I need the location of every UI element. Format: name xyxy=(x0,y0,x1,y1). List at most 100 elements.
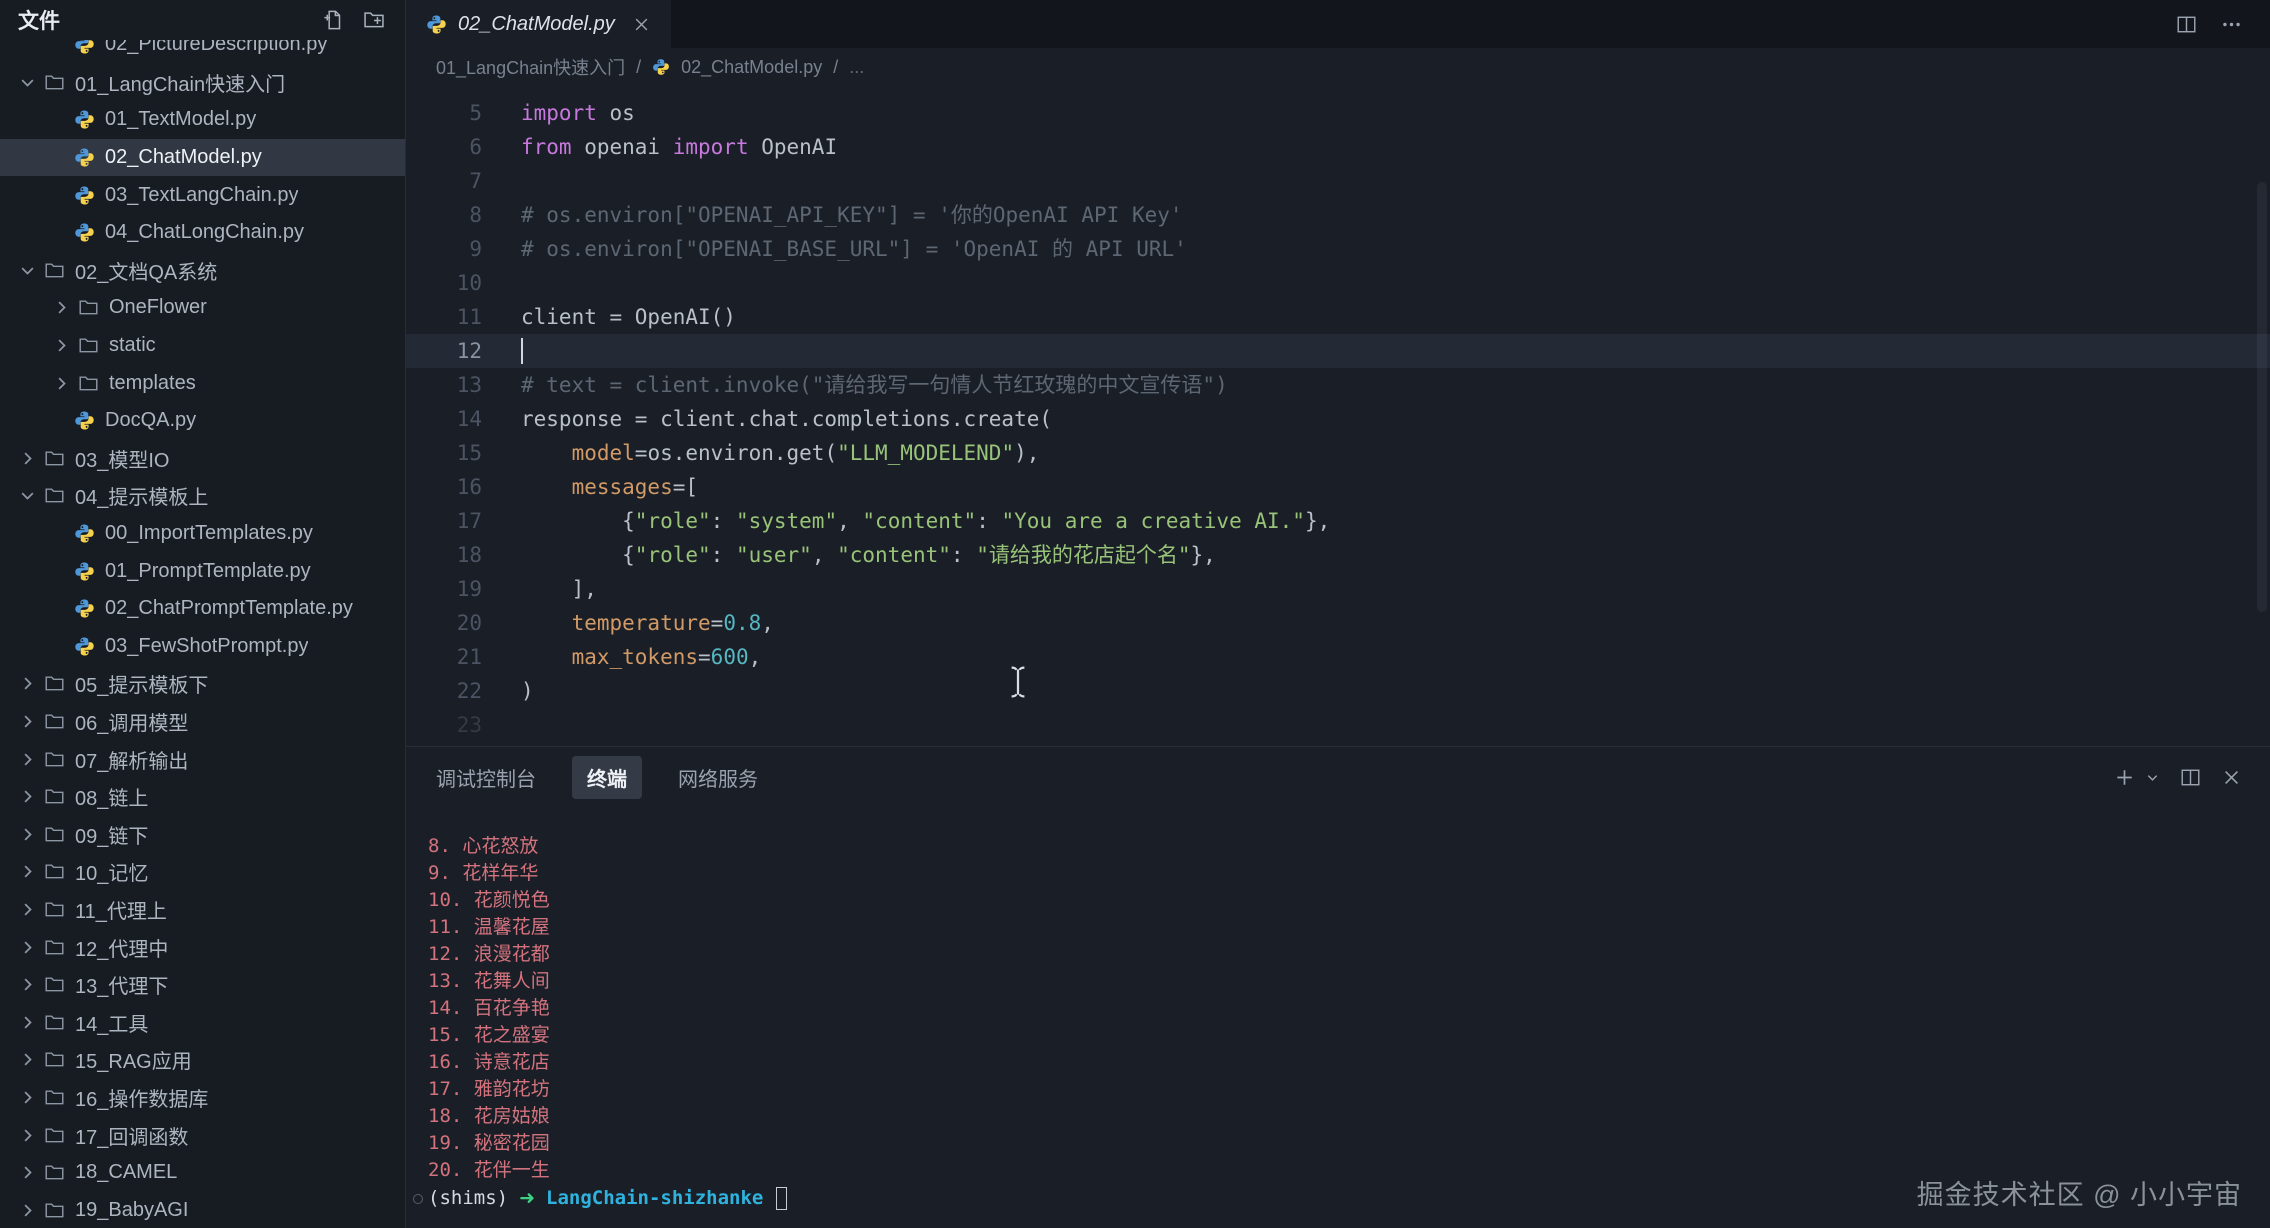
code-line[interactable]: 10 xyxy=(406,266,2270,300)
tree-item[interactable]: 17_回调函数 xyxy=(0,1116,405,1154)
prompt-venv: (shims) xyxy=(428,1185,508,1212)
code-line[interactable]: 22) xyxy=(406,674,2270,708)
tree-item[interactable]: 06_调用模型 xyxy=(0,703,405,741)
tree-item[interactable]: 02_PictureDescription.py xyxy=(0,40,405,64)
tree-item[interactable]: 04_ChatLongChain.py xyxy=(0,214,405,252)
tree-item[interactable]: 09_链下 xyxy=(0,815,405,853)
token: =os.environ.get( xyxy=(635,441,837,465)
code-line[interactable]: 20 temperature=0.8, xyxy=(406,606,2270,640)
tree-item[interactable]: 03_模型IO xyxy=(0,440,405,478)
tree-item[interactable]: 19_BabyAGI xyxy=(0,1191,405,1228)
code-line[interactable]: 15 model=os.environ.get("LLM_MODELEND"), xyxy=(406,436,2270,470)
editor-and-panel: 02_ChatModel.py 01_LangChain快速入门 / 02_Ch… xyxy=(406,0,2270,1228)
code-editor[interactable]: 5import os6from openai import OpenAI78# … xyxy=(406,86,2270,746)
terminal-output[interactable]: 8. 心花怒放9. 花样年华10. 花颜悦色11. 温馨花屋12. 浪漫花都13… xyxy=(406,807,2270,1228)
new-folder-icon[interactable] xyxy=(363,9,385,31)
tree-item[interactable]: 02_ChatPromptTemplate.py xyxy=(0,590,405,628)
editor-scrollbar[interactable] xyxy=(2257,182,2267,612)
breadcrumb-more[interactable]: ... xyxy=(849,57,864,78)
token: }, xyxy=(1191,543,1216,567)
tree-item[interactable]: 12_代理中 xyxy=(0,928,405,966)
tree-item[interactable]: templates xyxy=(0,364,405,402)
tree-item[interactable]: 05_提示模板下 xyxy=(0,665,405,703)
tree-item[interactable]: 16_操作数据库 xyxy=(0,1079,405,1117)
tree-item[interactable]: 03_TextLangChain.py xyxy=(0,176,405,214)
tree-item[interactable]: 18_CAMEL xyxy=(0,1154,405,1192)
chevron-right-icon xyxy=(18,938,37,957)
token: "You are a creative AI." xyxy=(1002,509,1305,533)
tree-item[interactable]: 10_记忆 xyxy=(0,853,405,891)
tree-item[interactable]: 01_LangChain快速入门 xyxy=(0,64,405,102)
chevron-right-icon xyxy=(18,900,37,919)
chevron-right-icon xyxy=(18,674,37,693)
code-text: client = OpenAI() xyxy=(482,300,736,334)
tree-item-label: 08_链上 xyxy=(75,782,148,811)
tree-item[interactable]: 07_解析输出 xyxy=(0,740,405,778)
code-line[interactable]: 5import os xyxy=(406,96,2270,130)
token: =[ xyxy=(673,475,698,499)
code-line[interactable]: 17 {"role": "system", "content": "You ar… xyxy=(406,504,2270,538)
chevron-right-icon xyxy=(18,1050,37,1069)
token: "role" xyxy=(635,543,711,567)
code-line[interactable]: 6from openai import OpenAI xyxy=(406,130,2270,164)
code-line[interactable]: 7 xyxy=(406,164,2270,198)
python-icon xyxy=(74,40,95,55)
token: "LLM_MODELEND" xyxy=(837,441,1014,465)
tree-item[interactable]: OneFlower xyxy=(0,289,405,327)
code-line[interactable]: 12 xyxy=(406,334,2270,368)
explorer-title: 文件 xyxy=(18,5,60,35)
tree-item[interactable]: 02_ChatModel.py xyxy=(0,139,405,177)
breadcrumb-file[interactable]: 02_ChatModel.py xyxy=(681,57,822,78)
tab-close-icon[interactable] xyxy=(632,15,651,34)
tree-item[interactable]: 11_代理上 xyxy=(0,891,405,929)
folder-icon xyxy=(44,260,65,281)
tree-item[interactable]: 01_TextModel.py xyxy=(0,101,405,139)
token: { xyxy=(521,509,635,533)
code-line[interactable]: 16 messages=[ xyxy=(406,470,2270,504)
python-icon xyxy=(652,58,670,76)
tree-item-label: 07_解析输出 xyxy=(75,745,188,774)
split-panel-icon[interactable] xyxy=(2180,767,2201,788)
tree-item[interactable]: 02_文档QA系统 xyxy=(0,252,405,290)
tree-item[interactable]: 14_工具 xyxy=(0,1003,405,1041)
panel-tab[interactable]: 调试控制台 xyxy=(436,763,536,792)
folder-icon xyxy=(44,1162,65,1183)
code-line[interactable]: 21 max_tokens=600, xyxy=(406,640,2270,674)
tree-item-label: 03_FewShotPrompt.py xyxy=(105,635,308,658)
code-line[interactable]: 13# text = client.invoke("请给我写一句情人节红玫瑰的中… xyxy=(406,368,2270,402)
chevron-down-icon xyxy=(18,486,37,505)
tree-item[interactable]: DocQA.py xyxy=(0,402,405,440)
breadcrumb-folder[interactable]: 01_LangChain快速入门 xyxy=(436,54,625,80)
line-number: 17 xyxy=(406,504,482,538)
more-actions-icon[interactable] xyxy=(2221,14,2242,35)
editor-tab[interactable]: 02_ChatModel.py xyxy=(406,0,671,48)
new-file-icon[interactable] xyxy=(323,9,345,31)
code-line[interactable]: 23 xyxy=(406,708,2270,742)
token xyxy=(521,645,572,669)
close-panel-icon[interactable] xyxy=(2221,767,2242,788)
tree-item[interactable]: 15_RAG应用 xyxy=(0,1041,405,1079)
tree-item[interactable]: 13_代理下 xyxy=(0,966,405,1004)
tree-item[interactable]: 03_FewShotPrompt.py xyxy=(0,628,405,666)
code-line[interactable]: 18 {"role": "user", "content": "请给我的花店起个… xyxy=(406,538,2270,572)
tree-item[interactable]: 01_PromptTemplate.py xyxy=(0,552,405,590)
token: "content" xyxy=(837,543,951,567)
tree-item-label: 05_提示模板下 xyxy=(75,669,208,698)
tree-item[interactable]: static xyxy=(0,327,405,365)
tree-item[interactable]: 00_ImportTemplates.py xyxy=(0,515,405,553)
code-line[interactable]: 14response = client.chat.completions.cre… xyxy=(406,402,2270,436)
tree-item[interactable]: 04_提示模板上 xyxy=(0,477,405,515)
explorer-header: 文件 xyxy=(0,0,405,40)
tree-item[interactable]: 08_链上 xyxy=(0,778,405,816)
code-line[interactable]: 11client = OpenAI() xyxy=(406,300,2270,334)
token: "请给我的花店起个名" xyxy=(976,543,1190,567)
code-line[interactable]: 9# os.environ["OPENAI_BASE_URL"] = 'Open… xyxy=(406,232,2270,266)
code-text xyxy=(482,266,521,300)
panel-tab[interactable]: 网络服务 xyxy=(678,763,758,792)
panel-tab[interactable]: 终端 xyxy=(572,756,642,799)
code-line[interactable]: 8# os.environ["OPENAI_API_KEY"] = '你的Ope… xyxy=(406,198,2270,232)
code-line[interactable]: 19 ], xyxy=(406,572,2270,606)
split-editor-icon[interactable] xyxy=(2176,14,2197,35)
new-terminal-icon[interactable] xyxy=(2114,767,2135,788)
terminal-dropdown-icon[interactable] xyxy=(2145,770,2160,785)
